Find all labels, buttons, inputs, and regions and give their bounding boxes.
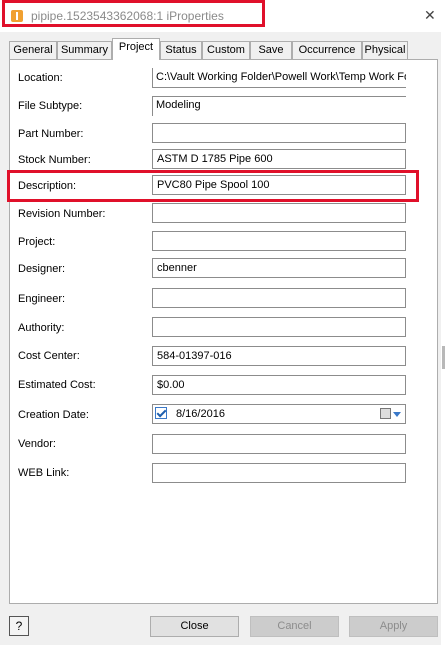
tab-occurrence[interactable]: Occurrence [292, 41, 362, 59]
cost-center-label: Cost Center: [18, 350, 80, 362]
title-highlight-box [2, 0, 265, 27]
close-button[interactable]: Close [150, 616, 239, 637]
web-link-input[interactable] [152, 463, 406, 483]
engineer-label: Engineer: [18, 293, 66, 305]
calendar-icon[interactable] [380, 408, 391, 419]
apply-button[interactable]: Apply [349, 616, 438, 637]
creation-date-checkbox[interactable] [155, 407, 167, 419]
scrollbar-thumb[interactable] [442, 346, 445, 369]
close-icon[interactable]: ✕ [424, 8, 436, 24]
location-field: C:\Vault Working Folder\Powell Work\Temp… [152, 68, 406, 88]
tab-summary[interactable]: Summary [57, 41, 112, 59]
chevron-down-icon[interactable] [393, 412, 401, 417]
revision-number-label: Revision Number: [18, 208, 106, 220]
creation-date-value: 8/16/2016 [176, 408, 225, 420]
revision-number-input[interactable] [152, 203, 406, 223]
tab-status[interactable]: Status [160, 41, 202, 59]
estimated-cost-label: Estimated Cost: [18, 379, 96, 391]
vendor-input[interactable] [152, 434, 406, 454]
tab-save[interactable]: Save [250, 41, 292, 59]
file-subtype-field: Modeling [152, 96, 406, 116]
stock-number-label: Stock Number: [18, 154, 91, 166]
help-button[interactable]: ? [9, 616, 29, 636]
estimated-cost-input[interactable]: $0.00 [152, 375, 406, 395]
designer-input[interactable]: cbenner [152, 258, 406, 278]
project-input[interactable] [152, 231, 406, 251]
description-highlight-box [7, 170, 419, 202]
title-bar: pipipe.1523543362068:1 iProperties ✕ [0, 0, 448, 32]
project-label: Project: [18, 236, 56, 248]
part-number-label: Part Number: [18, 128, 84, 140]
engineer-input[interactable] [152, 288, 406, 308]
part-number-input[interactable] [152, 123, 406, 143]
authority-input[interactable] [152, 317, 406, 337]
file-subtype-label: File Subtype: [18, 100, 83, 112]
cost-center-input[interactable]: 584-01397-016 [152, 346, 406, 366]
tab-physical[interactable]: Physical [362, 41, 408, 59]
authority-label: Authority: [18, 322, 65, 334]
tab-general[interactable]: General [9, 41, 57, 59]
scrollbar-track[interactable] [441, 0, 448, 645]
stock-number-input[interactable]: ASTM D 1785 Pipe 600 [152, 149, 406, 169]
designer-label: Designer: [18, 263, 66, 275]
creation-date-label: Creation Date: [18, 409, 89, 421]
web-link-label: WEB Link: [18, 467, 70, 479]
cancel-button[interactable]: Cancel [250, 616, 339, 637]
vendor-label: Vendor: [18, 438, 56, 450]
tab-custom[interactable]: Custom [202, 41, 250, 59]
location-label: Location: [18, 72, 63, 84]
tab-project[interactable]: Project [112, 38, 160, 60]
